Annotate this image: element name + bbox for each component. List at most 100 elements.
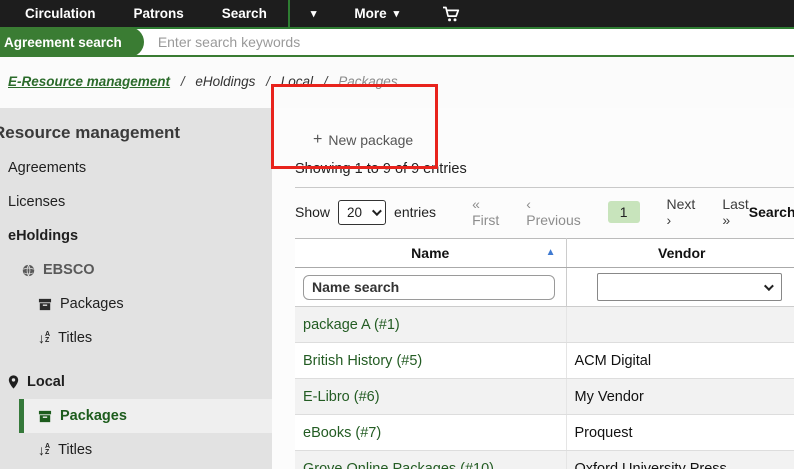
table-row: eBooks (#7) Proquest — [295, 415, 794, 451]
table-row: British History (#5) ACM Digital — [295, 343, 794, 379]
table-header-row: Name ▲ Vendor — [295, 239, 794, 268]
pagination-first-button[interactable]: « First — [472, 196, 499, 228]
sidebar-item-ebsco-packages[interactable]: Packages — [0, 287, 272, 321]
name-filter-cell — [295, 268, 566, 307]
location-pin-icon — [8, 375, 19, 389]
vendor-cell — [566, 307, 794, 343]
name-filter-input[interactable] — [303, 275, 555, 300]
nav-separator — [288, 0, 290, 28]
vendor-cell: Oxford University Press — [566, 451, 794, 470]
main-panel: + New package Showing 1 to 9 of 9 entrie… — [272, 108, 794, 469]
nav-more-label: More — [354, 6, 386, 21]
package-name-cell: Grove Online Packages (#10) — [295, 451, 566, 470]
sidebar-item-agreements[interactable]: Agreements — [0, 151, 272, 185]
chevron-down-icon — [763, 281, 773, 291]
sidebar-item-label: Licenses — [8, 194, 65, 210]
nav-search[interactable]: Search — [203, 0, 286, 28]
package-name-cell: British History (#5) — [295, 343, 566, 379]
keyword-search-input[interactable] — [158, 34, 658, 50]
package-link[interactable]: eBooks (#7) — [303, 425, 381, 441]
page-size-control: Show 20 entries — [295, 200, 436, 225]
breadcrumb-packages: Packages — [338, 74, 397, 89]
showing-entries-text: Showing 1 to 9 of 9 entries — [295, 161, 794, 177]
header-search-bar: Agreement search — [0, 29, 794, 57]
entries-label: entries — [394, 204, 436, 220]
breadcrumb-separator: / — [324, 74, 328, 89]
page-size-select[interactable]: 20 — [338, 200, 386, 225]
table-search-label: Search: — [749, 204, 794, 220]
sidebar-item-label: Agreements — [8, 160, 86, 176]
column-name-label: Name — [411, 245, 449, 261]
divider — [295, 187, 794, 188]
sidebar-item-label: eHoldings — [8, 228, 78, 244]
sidebar-item-label: Packages — [60, 408, 127, 424]
table-search-control: Search: — [749, 200, 794, 224]
sidebar-item-ebsco-titles[interactable]: ↓AZ Titles — [0, 321, 272, 355]
box-archive-icon — [38, 410, 52, 423]
sidebar-item-label: Packages — [60, 296, 124, 312]
nav-dropdown-toggle[interactable]: ▾ — [292, 0, 336, 28]
packages-table: Name ▲ Vendor — [295, 238, 794, 469]
chevron-down-icon: ▾ — [394, 7, 400, 20]
sort-asc-icon: ▲ — [546, 247, 556, 258]
package-link[interactable]: British History (#5) — [303, 353, 422, 369]
vendor-filter-cell — [566, 268, 794, 307]
pagination-previous-button[interactable]: ‹ Previous — [526, 196, 580, 228]
vendor-cell: Proquest — [566, 415, 794, 451]
breadcrumb-local[interactable]: Local — [281, 74, 313, 89]
pagination: « First ‹ Previous 1 Next › Last » — [472, 196, 749, 228]
column-header-name[interactable]: Name ▲ — [295, 239, 566, 268]
package-link[interactable]: E-Libro (#6) — [303, 389, 380, 405]
globe-icon — [22, 264, 35, 277]
breadcrumb-erm-link[interactable]: E-Resource management — [8, 74, 170, 89]
pagination-next-button[interactable]: Next › — [667, 196, 696, 228]
breadcrumb: E-Resource management / eHoldings / Loca… — [0, 57, 794, 108]
show-label: Show — [295, 204, 330, 220]
package-name-cell: E-Libro (#6) — [295, 379, 566, 415]
agreement-search-tab[interactable]: Agreement search — [0, 27, 144, 57]
sidebar-item-label: Titles — [58, 442, 92, 458]
erm-sidebar: Resource management Agreements Licenses … — [0, 108, 272, 469]
package-name-cell: package A (#1) — [295, 307, 566, 343]
sidebar-item-label: EBSCO — [43, 262, 95, 278]
table-filter-row — [295, 268, 794, 307]
sidebar-item-local[interactable]: Local — [0, 365, 272, 399]
nav-circulation[interactable]: Circulation — [6, 0, 115, 28]
vendor-filter-select[interactable] — [597, 273, 782, 301]
breadcrumb-separator: / — [266, 74, 270, 89]
chevron-down-icon: ▾ — [311, 7, 317, 20]
column-header-vendor[interactable]: Vendor — [566, 239, 794, 268]
vendor-cell: My Vendor — [566, 379, 794, 415]
sort-a-z-icon: ↓AZ — [38, 331, 50, 345]
box-archive-icon — [38, 298, 52, 311]
chevron-down-icon — [372, 206, 382, 216]
sidebar-item-local-titles[interactable]: ↓AZ Titles — [0, 433, 272, 467]
sidebar-item-ebsco[interactable]: EBSCO — [0, 253, 272, 287]
sidebar-item-eholdings[interactable]: eHoldings — [0, 219, 272, 253]
package-link[interactable]: Grove Online Packages (#10) — [303, 461, 494, 470]
breadcrumb-eholdings[interactable]: eHoldings — [195, 74, 255, 89]
pagination-current-page[interactable]: 1 — [608, 201, 640, 223]
table-row: package A (#1) — [295, 307, 794, 343]
table-controls: Show 20 entries « First ‹ Previous 1 Nex… — [295, 197, 794, 227]
sidebar-item-licenses[interactable]: Licenses — [0, 185, 272, 219]
package-link[interactable]: package A (#1) — [303, 317, 400, 333]
pagination-last-button[interactable]: Last » — [722, 196, 748, 228]
sidebar-item-local-packages[interactable]: Packages — [19, 399, 272, 433]
sidebar-item-label: Titles — [58, 330, 92, 346]
page-size-value: 20 — [347, 205, 362, 220]
cart-button[interactable] — [428, 0, 474, 28]
table-row: Grove Online Packages (#10) Oxford Unive… — [295, 451, 794, 470]
breadcrumb-separator: / — [181, 74, 185, 89]
plus-icon: + — [313, 131, 322, 149]
nav-patrons[interactable]: Patrons — [115, 0, 203, 28]
table-row: E-Libro (#6) My Vendor — [295, 379, 794, 415]
sidebar-heading: Resource management — [0, 123, 272, 143]
new-package-button[interactable]: + New package — [313, 131, 413, 149]
vendor-cell: ACM Digital — [566, 343, 794, 379]
package-name-cell: eBooks (#7) — [295, 415, 566, 451]
sort-a-z-icon: ↓AZ — [38, 443, 50, 457]
nav-more[interactable]: More ▾ — [335, 0, 418, 28]
cart-icon — [442, 6, 460, 22]
top-navbar: Circulation Patrons Search ▾ More ▾ — [0, 0, 794, 29]
